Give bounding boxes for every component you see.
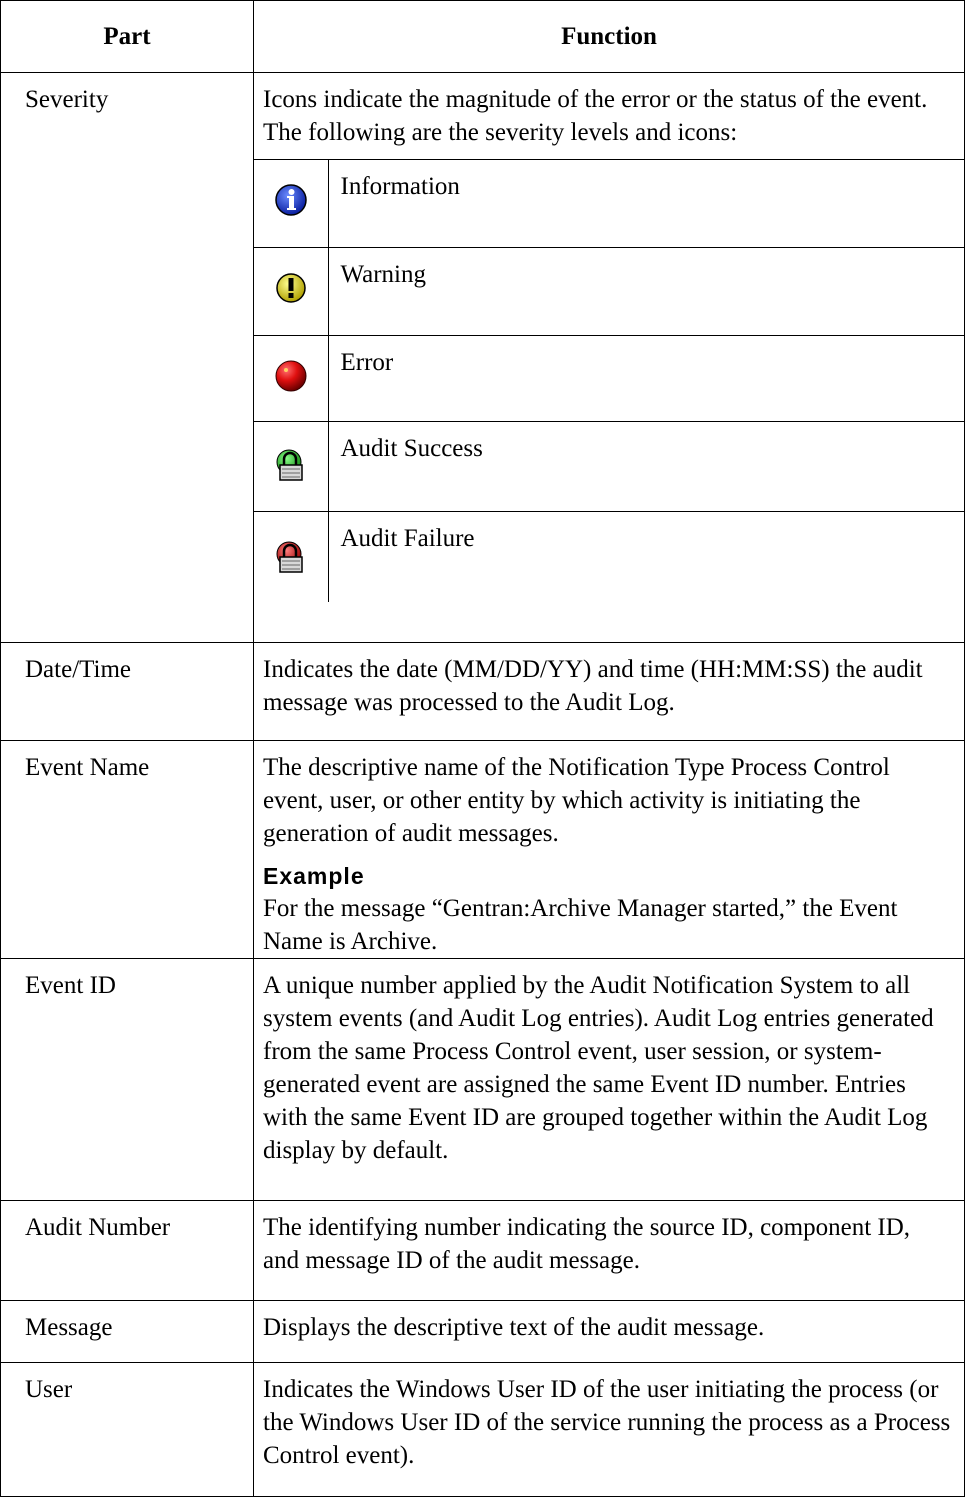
- function-text: A unique number applied by the Audit Not…: [263, 972, 934, 1164]
- part-cell: Severity: [0, 72, 254, 643]
- severity-level-row: Audit Success: [254, 421, 964, 512]
- part-label: Message: [25, 1314, 113, 1341]
- severity-levels-table: Information Warning Error Audit Success …: [254, 159, 964, 602]
- table-row: Audit Number The identifying number indi…: [0, 1200, 965, 1301]
- table-header-row: Part Function: [0, 0, 965, 73]
- function-text: The identifying number indicating the so…: [263, 1214, 911, 1274]
- function-text: Indicates the Windows User ID of the use…: [263, 1376, 951, 1469]
- part-label: User: [25, 1376, 73, 1403]
- severity-level-label: Warning: [340, 261, 426, 288]
- document-page: Part Function Severity Icons indicate th…: [0, 0, 967, 1497]
- function-text: Displays the descriptive text of the aud…: [263, 1314, 765, 1341]
- warning-icon: [276, 273, 306, 303]
- table-row: Message Displays the descriptive text of…: [0, 1300, 965, 1363]
- table-row: User Indicates the Windows User ID of th…: [0, 1362, 965, 1497]
- example-title: Example: [263, 863, 365, 889]
- error-icon: [275, 360, 307, 392]
- table-row-severity: Severity Icons indicate the magnitude of…: [0, 72, 965, 643]
- severity-description: Icons indicate the magnitude of the erro…: [263, 86, 928, 146]
- severity-level-label: Information: [340, 173, 460, 200]
- function-text: The descriptive name of the Notification…: [263, 754, 890, 847]
- function-text: Indicates the date (MM/DD/YY) and time (…: [263, 656, 923, 716]
- function-cell: Icons indicate the magnitude of the erro…: [253, 72, 965, 643]
- part-label: Event ID: [25, 972, 116, 999]
- severity-level-label: Audit Success: [340, 435, 483, 462]
- information-icon: [275, 184, 307, 216]
- part-label: Severity: [25, 86, 109, 113]
- part-label: Event Name: [25, 754, 150, 781]
- part-label: Audit Number: [25, 1214, 171, 1241]
- severity-level-row: Audit Failure: [254, 511, 964, 602]
- severity-level-row: Information: [254, 159, 964, 248]
- severity-level-label: Error: [340, 349, 394, 376]
- audit-failure-lock-icon: [276, 541, 303, 573]
- audit-success-lock-icon: [276, 449, 303, 481]
- part-label: Date/Time: [25, 656, 132, 683]
- table-row: Event ID A unique number applied by the …: [0, 958, 965, 1201]
- table-row: Date/Time Indicates the date (MM/DD/YY) …: [0, 642, 965, 741]
- example-text: For the message “Gentran:Archive Manager…: [263, 895, 898, 955]
- severity-level-row: Warning: [254, 247, 964, 336]
- severity-level-label: Audit Failure: [340, 525, 475, 552]
- header-function: Function: [253, 0, 965, 73]
- header-part: Part: [0, 0, 254, 73]
- severity-level-row: Error: [254, 335, 964, 422]
- parts-table: Part Function Severity Icons indicate th…: [0, 0, 965, 1497]
- table-row: Event Name The descriptive name of the N…: [0, 740, 965, 959]
